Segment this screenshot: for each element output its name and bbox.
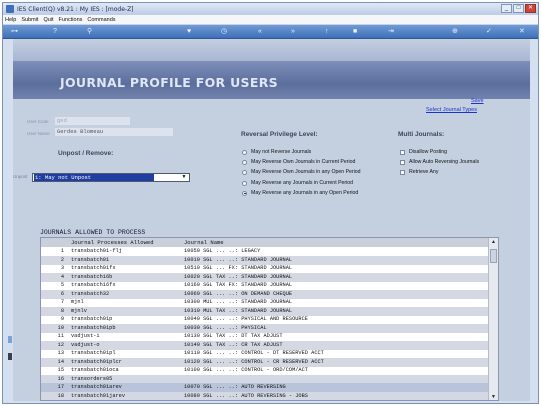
toolbar: ⊶ ? ⚲ ♥ ◷ « » ↑ ■ ⇥ ⊕ ✓ ✕ <box>3 25 538 39</box>
user-code-field: ged <box>55 117 130 125</box>
radio-button[interactable] <box>242 180 247 186</box>
multi-option-1[interactable]: Disallow Posting <box>400 149 447 155</box>
column-header-processes[interactable]: Journal Processes Allowed <box>71 239 154 246</box>
select-journal-types-link[interactable]: Select Journal Types <box>426 107 477 113</box>
multi-option-3[interactable]: Retrieve Any <box>400 169 438 175</box>
minimize-button[interactable]: _ <box>501 4 512 13</box>
reversal-option-4[interactable]: May Reverse any Journals in Current Peri… <box>242 180 353 186</box>
radio-button[interactable] <box>242 149 247 155</box>
scroll-thumb[interactable] <box>490 249 497 263</box>
maximize-button[interactable]: □ <box>513 4 524 13</box>
side-info-icon <box>8 353 12 360</box>
multi-journals-heading: Multi Journals: <box>398 131 445 138</box>
close-window-button[interactable]: ✕ <box>525 4 536 13</box>
menu-submit[interactable]: Submit <box>21 17 38 23</box>
table-title: JOURNALS ALLOWED TO PROCESS <box>40 229 146 236</box>
first-icon[interactable]: « <box>258 27 262 37</box>
scroll-down-icon[interactable]: ▼ <box>489 393 498 400</box>
checkbox[interactable] <box>400 169 405 175</box>
help-icon[interactable]: ? <box>53 27 57 37</box>
menu-quit[interactable]: Quit <box>43 17 53 23</box>
last-icon[interactable]: ⇥ <box>388 27 394 37</box>
checkbox-label: Allow Auto Reversing Journals <box>409 159 480 165</box>
reversal-option-5[interactable]: May Reverse any Journals in any Open Per… <box>242 190 358 196</box>
journals-table: Journal Processes Allowed Journal Name 1… <box>40 237 499 401</box>
process-name: transbatch01jarev <box>71 392 126 399</box>
radio-label: May Reverse any Journals in any Open Per… <box>251 190 359 196</box>
menu-functions[interactable]: Functions <box>59 17 83 23</box>
unpost-heading: Unpost / Remove: <box>58 150 114 157</box>
next-icon[interactable]: ↑ <box>325 27 329 37</box>
table-header: Journal Processes Allowed Journal Name <box>41 238 498 247</box>
radio-label: May not Reverse Journals <box>251 149 312 155</box>
vertical-scrollbar[interactable]: ▲ ▼ <box>488 238 498 400</box>
window-title: IES Client(Q) v8.21 : My IES : [mode-Z] <box>17 5 134 13</box>
column-header-journal-name[interactable]: Journal Name <box>184 239 224 246</box>
save-link[interactable]: Save <box>471 98 484 104</box>
radio-button-selected[interactable] <box>242 190 247 196</box>
radio-button[interactable] <box>242 169 247 175</box>
multi-option-2[interactable]: Allow Auto Reversing Journals <box>400 159 479 165</box>
reversal-option-1[interactable]: May not Reverse Journals <box>242 149 311 155</box>
user-code-label: User Code <box>27 119 49 124</box>
title-bar: IES Client(Q) v8.21 : My IES : [mode-Z] … <box>3 3 538 15</box>
app-window: IES Client(Q) v8.21 : My IES : [mode-Z] … <box>2 2 539 404</box>
radio-button[interactable] <box>242 159 247 165</box>
top-band <box>13 39 530 61</box>
reversal-option-3[interactable]: May Reverse Own Journals in any Open Per… <box>242 169 361 175</box>
checkbox[interactable] <box>400 159 405 165</box>
row-number: 18 <box>57 392 64 399</box>
menu-commands[interactable]: Commands <box>87 17 115 23</box>
page-title: JOURNAL PROFILE FOR USERS <box>60 75 278 90</box>
user-name-field: Gerdes Blomeau <box>55 128 173 136</box>
radio-label: May Reverse Own Journals in any Open Per… <box>251 169 361 175</box>
add-icon[interactable]: ⊕ <box>452 27 458 37</box>
heart-icon[interactable]: ♥ <box>187 27 191 37</box>
stop-icon[interactable]: ■ <box>353 27 357 37</box>
check-icon[interactable]: ✓ <box>486 27 492 37</box>
side-status-icon <box>8 336 12 343</box>
unpost-label: Unpost <box>13 174 28 179</box>
unpost-select[interactable]: 1: May not Unpost ▼ <box>32 173 190 182</box>
search-icon[interactable]: ⚲ <box>87 27 92 37</box>
unpost-selected-value: 1: May not Unpost <box>34 174 154 181</box>
reversal-option-2[interactable]: May Reverse Own Journals in Current Peri… <box>242 159 355 165</box>
user-name-label: User Name <box>27 131 50 136</box>
radio-label: May Reverse any Journals in Current Peri… <box>251 180 354 186</box>
radio-label: May Reverse Own Journals in Current Peri… <box>251 159 356 165</box>
chevron-down-icon[interactable]: ▼ <box>179 174 189 181</box>
checkbox-label: Disallow Posting <box>409 149 448 155</box>
journal-name: 10080 SGL ... ..: AUTO REVERSING - JOBS <box>184 392 308 399</box>
scroll-up-icon[interactable]: ▲ <box>489 238 498 247</box>
menu-bar: Help Submit Quit Functions Commands <box>3 15 538 25</box>
checkbox[interactable] <box>400 149 405 155</box>
page-header: JOURNAL PROFILE FOR USERS <box>13 61 530 99</box>
menu-help[interactable]: Help <box>5 17 16 23</box>
table-row[interactable]: 18 transbatch01jarev 10080 SGL ... ..: AUT… <box>41 391 490 400</box>
prev-icon[interactable]: » <box>291 27 295 37</box>
clock-icon[interactable]: ◷ <box>221 27 227 37</box>
checkbox-label: Retrieve Any <box>409 169 439 175</box>
main-panel: JOURNAL PROFILE FOR USERS Save Select Jo… <box>13 39 530 401</box>
close-icon[interactable]: ✕ <box>519 27 525 37</box>
app-icon <box>6 5 14 13</box>
key-icon[interactable]: ⊶ <box>11 27 18 37</box>
reversal-heading: Reversal Privilege Level: <box>241 131 318 138</box>
